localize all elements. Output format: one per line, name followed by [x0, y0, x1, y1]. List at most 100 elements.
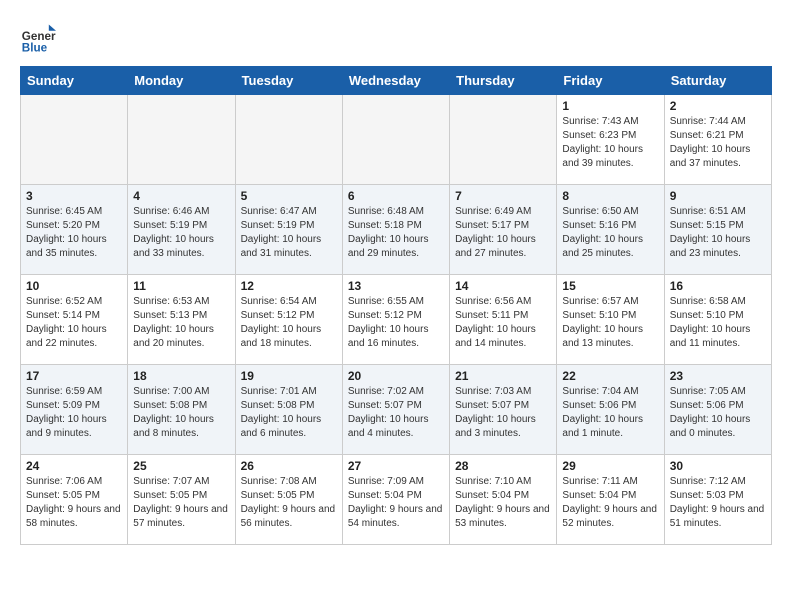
day-info: Sunrise: 6:55 AM Sunset: 5:12 PM Dayligh…	[348, 295, 444, 351]
day-number: 24	[26, 459, 122, 473]
day-info: Sunrise: 7:10 AM Sunset: 5:04 PM Dayligh…	[455, 475, 551, 531]
day-info: Sunrise: 7:08 AM Sunset: 5:05 PM Dayligh…	[241, 475, 337, 531]
weekday-header-cell: Sunday	[21, 67, 128, 95]
calendar-week-row: 1Sunrise: 7:43 AM Sunset: 6:23 PM Daylig…	[21, 95, 772, 185]
day-number: 30	[670, 459, 766, 473]
day-info: Sunrise: 7:00 AM Sunset: 5:08 PM Dayligh…	[133, 385, 229, 441]
calendar-body: 1Sunrise: 7:43 AM Sunset: 6:23 PM Daylig…	[21, 95, 772, 545]
day-number: 7	[455, 189, 551, 203]
day-number: 9	[670, 189, 766, 203]
day-number: 26	[241, 459, 337, 473]
calendar-day-cell: 21 Sunrise: 7:03 AM Sunset: 5:07 PM Dayli…	[450, 365, 557, 455]
calendar-day-cell: 8Sunrise: 6:50 AM Sunset: 5:16 PM Daylig…	[557, 185, 664, 275]
calendar-day-cell: 24 Sunrise: 7:06 AM Sunset: 5:05 PM Dayli…	[21, 455, 128, 545]
day-number: 20	[348, 369, 444, 383]
calendar-day-cell	[21, 95, 128, 185]
calendar-day-cell: 4 Sunrise: 6:46 AM Sunset: 5:19 PM Daylig…	[128, 185, 235, 275]
day-info: Sunrise: 7:12 AM Sunset: 5:03 PM Dayligh…	[670, 475, 766, 531]
day-info: Sunrise: 6:47 AM Sunset: 5:19 PM Dayligh…	[241, 205, 337, 261]
day-number: 19	[241, 369, 337, 383]
logo: General Blue	[20, 20, 58, 56]
calendar-day-cell: 28 Sunrise: 7:10 AM Sunset: 5:04 PM Dayli…	[450, 455, 557, 545]
calendar-day-cell: 29 Sunrise: 7:11 AM Sunset: 5:04 PM Dayli…	[557, 455, 664, 545]
day-number: 5	[241, 189, 337, 203]
day-number: 25	[133, 459, 229, 473]
calendar-day-cell: 1Sunrise: 7:43 AM Sunset: 6:23 PM Daylig…	[557, 95, 664, 185]
calendar-week-row: 3 Sunrise: 6:45 AM Sunset: 5:20 PM Daylig…	[21, 185, 772, 275]
day-number: 14	[455, 279, 551, 293]
day-info: Sunrise: 6:45 AM Sunset: 5:20 PM Dayligh…	[26, 205, 122, 261]
day-info: Sunrise: 7:09 AM Sunset: 5:04 PM Dayligh…	[348, 475, 444, 531]
calendar-week-row: 17Sunrise: 6:59 AM Sunset: 5:09 PM Dayli…	[21, 365, 772, 455]
calendar-day-cell: 14 Sunrise: 6:56 AM Sunset: 5:11 PM Dayli…	[450, 275, 557, 365]
calendar-day-cell: 25 Sunrise: 7:07 AM Sunset: 5:05 PM Dayli…	[128, 455, 235, 545]
day-number: 17	[26, 369, 122, 383]
calendar-day-cell: 3 Sunrise: 6:45 AM Sunset: 5:20 PM Daylig…	[21, 185, 128, 275]
calendar-day-cell: 27 Sunrise: 7:09 AM Sunset: 5:04 PM Dayli…	[342, 455, 449, 545]
day-info: Sunrise: 7:06 AM Sunset: 5:05 PM Dayligh…	[26, 475, 122, 531]
day-info: Sunrise: 7:43 AM Sunset: 6:23 PM Dayligh…	[562, 115, 658, 171]
calendar-day-cell: 12Sunrise: 6:54 AM Sunset: 5:12 PM Dayli…	[235, 275, 342, 365]
day-number: 10	[26, 279, 122, 293]
day-number: 16	[670, 279, 766, 293]
day-number: 3	[26, 189, 122, 203]
calendar-day-cell: 18 Sunrise: 7:00 AM Sunset: 5:08 PM Dayli…	[128, 365, 235, 455]
weekday-header-row: SundayMondayTuesdayWednesdayThursdayFrid…	[21, 67, 772, 95]
calendar-day-cell	[235, 95, 342, 185]
calendar-week-row: 10Sunrise: 6:52 AM Sunset: 5:14 PM Dayli…	[21, 275, 772, 365]
day-info: Sunrise: 7:07 AM Sunset: 5:05 PM Dayligh…	[133, 475, 229, 531]
day-info: Sunrise: 6:50 AM Sunset: 5:16 PM Dayligh…	[562, 205, 658, 261]
calendar-day-cell: 30 Sunrise: 7:12 AM Sunset: 5:03 PM Dayli…	[664, 455, 771, 545]
day-info: Sunrise: 6:46 AM Sunset: 5:19 PM Dayligh…	[133, 205, 229, 261]
calendar-day-cell: 17Sunrise: 6:59 AM Sunset: 5:09 PM Dayli…	[21, 365, 128, 455]
day-number: 2	[670, 99, 766, 113]
calendar-day-cell: 9 Sunrise: 6:51 AM Sunset: 5:15 PM Daylig…	[664, 185, 771, 275]
weekday-header-cell: Monday	[128, 67, 235, 95]
day-number: 21	[455, 369, 551, 383]
calendar-day-cell: 19Sunrise: 7:01 AM Sunset: 5:08 PM Dayli…	[235, 365, 342, 455]
day-number: 27	[348, 459, 444, 473]
calendar-day-cell: 26 Sunrise: 7:08 AM Sunset: 5:05 PM Dayli…	[235, 455, 342, 545]
calendar-table: SundayMondayTuesdayWednesdayThursdayFrid…	[20, 66, 772, 545]
calendar-day-cell	[450, 95, 557, 185]
calendar-day-cell: 7Sunrise: 6:49 AM Sunset: 5:17 PM Daylig…	[450, 185, 557, 275]
day-number: 28	[455, 459, 551, 473]
day-info: Sunrise: 6:58 AM Sunset: 5:10 PM Dayligh…	[670, 295, 766, 351]
weekday-header-cell: Friday	[557, 67, 664, 95]
day-number: 4	[133, 189, 229, 203]
day-number: 23	[670, 369, 766, 383]
day-info: Sunrise: 7:11 AM Sunset: 5:04 PM Dayligh…	[562, 475, 658, 531]
calendar-day-cell: 22 Sunrise: 7:04 AM Sunset: 5:06 PM Dayli…	[557, 365, 664, 455]
day-info: Sunrise: 7:04 AM Sunset: 5:06 PM Dayligh…	[562, 385, 658, 441]
day-number: 11	[133, 279, 229, 293]
svg-text:Blue: Blue	[22, 42, 48, 55]
calendar-day-cell: 5 Sunrise: 6:47 AM Sunset: 5:19 PM Daylig…	[235, 185, 342, 275]
day-number: 29	[562, 459, 658, 473]
calendar-day-cell: 16 Sunrise: 6:58 AM Sunset: 5:10 PM Dayli…	[664, 275, 771, 365]
calendar-day-cell: 11Sunrise: 6:53 AM Sunset: 5:13 PM Dayli…	[128, 275, 235, 365]
day-number: 15	[562, 279, 658, 293]
day-number: 18	[133, 369, 229, 383]
weekday-header-cell: Thursday	[450, 67, 557, 95]
day-info: Sunrise: 6:48 AM Sunset: 5:18 PM Dayligh…	[348, 205, 444, 261]
calendar-day-cell: 23 Sunrise: 7:05 AM Sunset: 5:06 PM Dayli…	[664, 365, 771, 455]
weekday-header-cell: Wednesday	[342, 67, 449, 95]
day-number: 6	[348, 189, 444, 203]
calendar-day-cell	[128, 95, 235, 185]
day-info: Sunrise: 6:54 AM Sunset: 5:12 PM Dayligh…	[241, 295, 337, 351]
calendar-day-cell: 15Sunrise: 6:57 AM Sunset: 5:10 PM Dayli…	[557, 275, 664, 365]
calendar-day-cell	[342, 95, 449, 185]
calendar-day-cell: 6 Sunrise: 6:48 AM Sunset: 5:18 PM Daylig…	[342, 185, 449, 275]
calendar-week-row: 24 Sunrise: 7:06 AM Sunset: 5:05 PM Dayli…	[21, 455, 772, 545]
calendar-day-cell: 13 Sunrise: 6:55 AM Sunset: 5:12 PM Dayli…	[342, 275, 449, 365]
day-info: Sunrise: 6:51 AM Sunset: 5:15 PM Dayligh…	[670, 205, 766, 261]
page-header: General Blue	[20, 20, 772, 56]
day-number: 13	[348, 279, 444, 293]
day-number: 22	[562, 369, 658, 383]
day-info: Sunrise: 7:02 AM Sunset: 5:07 PM Dayligh…	[348, 385, 444, 441]
day-info: Sunrise: 7:03 AM Sunset: 5:07 PM Dayligh…	[455, 385, 551, 441]
day-info: Sunrise: 7:05 AM Sunset: 5:06 PM Dayligh…	[670, 385, 766, 441]
day-info: Sunrise: 7:44 AM Sunset: 6:21 PM Dayligh…	[670, 115, 766, 171]
weekday-header-cell: Tuesday	[235, 67, 342, 95]
day-info: Sunrise: 6:56 AM Sunset: 5:11 PM Dayligh…	[455, 295, 551, 351]
